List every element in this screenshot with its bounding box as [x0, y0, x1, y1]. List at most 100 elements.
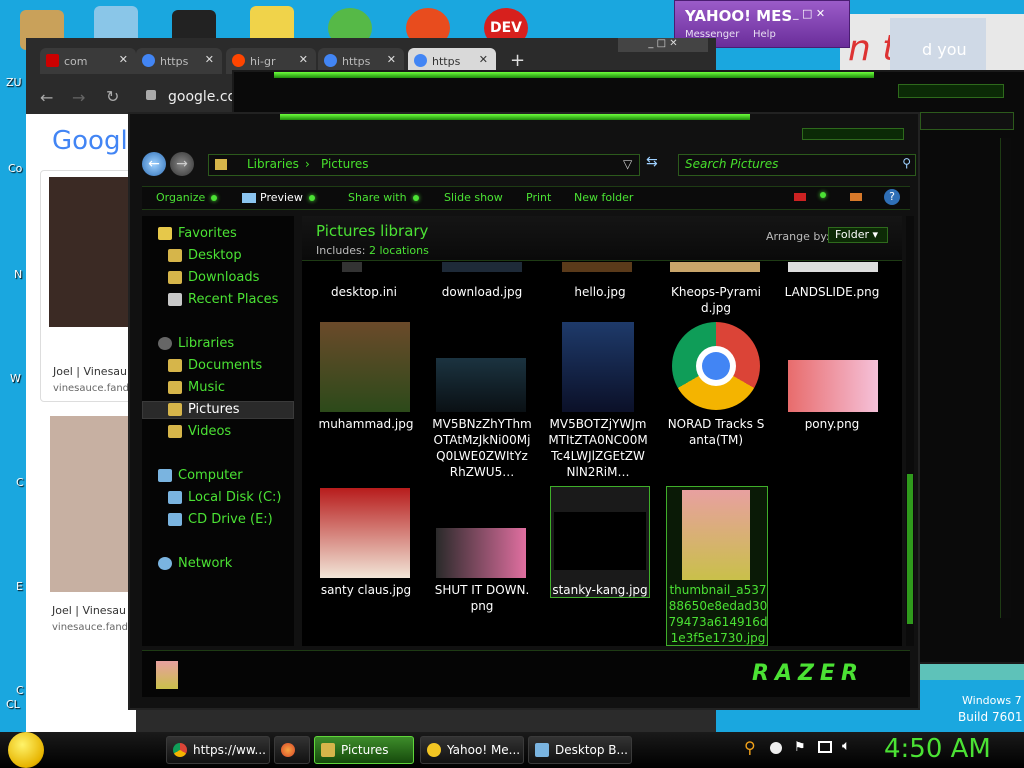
file-name[interactable]: santy claus.jpg — [316, 582, 416, 598]
file-thumb-stanky-kang[interactable] — [554, 512, 646, 570]
breadcrumb-pictures[interactable]: Pictures — [321, 157, 369, 171]
refresh-icon[interactable]: ⇆ — [646, 154, 658, 170]
close-icon[interactable]: ✕ — [205, 53, 214, 66]
file-name[interactable]: MV5BNzZhYThmOTAtMzJkNi00MjQ0LWE0ZWItYzRh… — [432, 416, 532, 480]
breadcrumb-libraries[interactable]: Libraries — [247, 157, 299, 171]
razer-back-scrollbar[interactable] — [1000, 138, 1011, 618]
nav-cd-drive[interactable]: CD Drive (E:) — [168, 512, 273, 527]
nav-pictures[interactable]: Pictures — [168, 402, 239, 417]
action-center-flag-icon[interactable]: ⚑ — [794, 740, 806, 755]
tray-circle-icon[interactable] — [770, 742, 782, 754]
razer-window-controls[interactable] — [898, 84, 1004, 98]
nav-recent-places[interactable]: Recent Places — [168, 292, 278, 307]
pictures-explorer-window[interactable]: ← → Libraries › Pictures ▽ ⇆ Search Pict… — [128, 112, 920, 710]
nav-network[interactable]: Network — [158, 556, 232, 571]
view-options-icon[interactable] — [794, 193, 806, 201]
yahoo-menu-help[interactable]: Help — [753, 29, 776, 40]
browser-tab-2[interactable]: https ✕ — [136, 48, 222, 74]
nav-computer[interactable]: Computer — [158, 468, 243, 483]
result-title-2[interactable]: Joel | Vinesau — [52, 604, 126, 617]
file-name[interactable]: hello.jpg — [550, 284, 650, 300]
scrollbar-thumb[interactable] — [907, 474, 913, 624]
file-name[interactable]: MV5BOTZjYWJmMTItZTA0NC00MTc4LWJlZGEtZWNl… — [548, 416, 648, 480]
chrome-icon[interactable] — [672, 322, 760, 410]
volume-icon[interactable]: 🔈︎ — [842, 738, 850, 754]
taskbar-chrome[interactable]: https://ww... — [166, 736, 270, 764]
forward-button[interactable]: → — [170, 152, 194, 176]
forward-icon[interactable]: → — [72, 88, 85, 107]
arrange-by-dropdown[interactable]: Folder ▾ — [828, 227, 888, 243]
search-icon[interactable]: ⚲ — [902, 156, 911, 170]
close-icon[interactable]: ✕ — [299, 53, 308, 66]
search-icon[interactable]: ⚲ — [744, 738, 756, 757]
taskbar-clock[interactable]: 4:50 AM — [884, 734, 991, 764]
network-tray-icon[interactable] — [818, 741, 832, 753]
address-breadcrumb[interactable]: Libraries › Pictures ▽ — [208, 154, 640, 176]
file-name[interactable]: desktop.ini — [314, 284, 414, 300]
search-input[interactable]: Search Pictures ⚲ — [678, 154, 916, 176]
organize-button[interactable]: Organize — [156, 191, 218, 204]
nav-documents[interactable]: Documents — [168, 358, 262, 373]
preview-pane-icon[interactable] — [850, 193, 862, 201]
taskbar-firefox[interactable] — [274, 736, 310, 764]
nav-downloads[interactable]: Downloads — [168, 270, 259, 285]
file-name[interactable]: muhammad.jpg — [316, 416, 416, 432]
file-thumb-hello[interactable] — [562, 262, 632, 272]
file-name[interactable]: pony.png — [782, 416, 882, 432]
nav-desktop[interactable]: Desktop — [168, 248, 242, 263]
nav-favorites[interactable]: Favorites — [158, 226, 237, 241]
back-icon[interactable]: ← — [40, 88, 53, 107]
close-icon[interactable]: ✕ — [119, 53, 128, 66]
new-folder-button[interactable]: New folder — [574, 191, 633, 204]
new-tab-button[interactable]: + — [510, 50, 525, 71]
file-view-scrollbar[interactable] — [906, 216, 914, 646]
close-icon[interactable]: ✕ — [479, 53, 488, 66]
file-name[interactable]: stanky-kang.jpg — [550, 582, 650, 598]
file-thumb-landslide[interactable] — [788, 262, 878, 272]
file-thumb-santy-claus[interactable] — [320, 488, 410, 578]
chevron-down-icon[interactable]: ▽ — [623, 157, 632, 171]
result-title-1[interactable]: Joel | Vinesau — [53, 365, 127, 378]
nav-local-disk[interactable]: Local Disk (C:) — [168, 490, 281, 505]
file-name[interactable]: SHUT IT DOWN.png — [432, 582, 532, 614]
share-with-button[interactable]: Share with — [348, 191, 419, 204]
file-thumb-pony[interactable] — [788, 360, 878, 412]
nav-music[interactable]: Music — [168, 380, 225, 395]
help-icon[interactable]: ? — [884, 189, 900, 205]
file-thumb-download[interactable] — [442, 262, 522, 272]
file-view[interactable]: Pictures library Includes: 2 locations A… — [302, 216, 902, 646]
file-name[interactable]: NORAD Tracks Santa(TM) — [666, 416, 766, 448]
file-thumb-mv5bnz[interactable] — [436, 358, 526, 412]
nav-libraries[interactable]: Libraries — [158, 336, 234, 351]
preview-button[interactable]: Preview — [242, 191, 315, 204]
result-card-1[interactable]: Joel | Vinesau vinesauce.fand — [40, 170, 139, 402]
file-thumb-shut-it-down[interactable] — [436, 528, 526, 578]
file-thumb-desktop-ini[interactable] — [342, 262, 362, 272]
start-button[interactable] — [8, 732, 44, 768]
nav-videos[interactable]: Videos — [168, 424, 231, 439]
file-name-selected[interactable]: thumbnail_a53788650e8edad3079473a614916d… — [668, 582, 768, 646]
file-thumb-mv5botz[interactable] — [562, 322, 634, 412]
result-image-2[interactable] — [50, 416, 136, 592]
taskbar-pictures[interactable]: Pictures — [314, 736, 414, 764]
file-name[interactable]: LANDSLIDE.png — [782, 284, 882, 300]
slide-show-button[interactable]: Slide show — [444, 191, 503, 204]
yahoo-window-controls[interactable]: _ □ ✕ — [793, 7, 825, 20]
file-name[interactable]: Kheops-Pyramid.jpg — [666, 284, 766, 316]
includes-locations-link[interactable]: 2 locations — [369, 244, 429, 257]
browser-tab-1[interactable]: com ✕ — [40, 48, 136, 74]
back-button[interactable]: ← — [142, 152, 166, 176]
result-card-2[interactable]: Joel | Vinesau vinesauce.fand — [40, 410, 136, 640]
razer-back-search[interactable] — [920, 112, 1014, 130]
browser-window-controls[interactable]: _ □ ✕ — [618, 38, 708, 52]
explorer-window-controls[interactable] — [802, 128, 904, 140]
taskbar-yahoo[interactable]: Yahoo! Me... — [420, 736, 524, 764]
close-icon[interactable]: ✕ — [387, 53, 396, 66]
reload-icon[interactable]: ↻ — [106, 87, 119, 106]
taskbar-desktop[interactable]: Desktop B... — [528, 736, 632, 764]
print-button[interactable]: Print — [526, 191, 551, 204]
result-image-1[interactable] — [49, 177, 139, 327]
file-thumb-muhammad[interactable] — [320, 322, 410, 412]
file-thumb-kheops[interactable] — [670, 262, 760, 272]
file-name[interactable]: download.jpg — [432, 284, 532, 300]
